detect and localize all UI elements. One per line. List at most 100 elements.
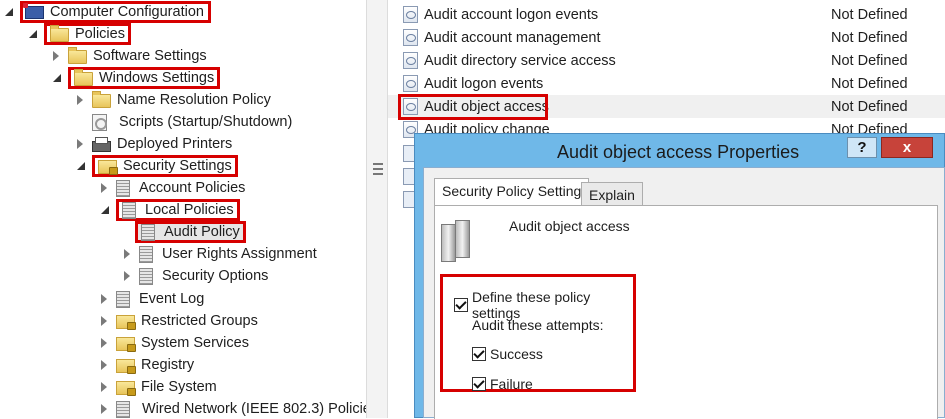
tree-item-security-options[interactable]: Security Options bbox=[123, 265, 268, 287]
tree-item-label: Registry bbox=[141, 357, 195, 373]
failure-row[interactable]: Failure bbox=[472, 376, 533, 392]
collapse-arrow-icon[interactable] bbox=[100, 183, 110, 193]
audit-setting-icon bbox=[403, 52, 418, 69]
tree-item-label: User Rights Assignment bbox=[162, 246, 317, 262]
collapse-arrow-icon[interactable] bbox=[100, 316, 110, 326]
secured-folder-icon bbox=[116, 359, 136, 374]
expand-arrow-icon[interactable] bbox=[52, 73, 62, 83]
policy-icon bbox=[116, 290, 130, 308]
tree-item-system-services[interactable]: System Services bbox=[100, 332, 249, 354]
tree-item-label: System Services bbox=[141, 335, 249, 351]
policy-icon bbox=[141, 223, 155, 241]
expand-arrow-icon[interactable] bbox=[100, 205, 110, 215]
collapse-arrow-icon[interactable] bbox=[100, 404, 110, 414]
tree-item-computer-configuration[interactable]: Computer Configuration bbox=[4, 1, 211, 23]
secured-folder-icon bbox=[116, 315, 136, 330]
collapse-arrow-icon[interactable] bbox=[52, 51, 62, 61]
policy-settings-group: Define these policy settings Audit these… bbox=[440, 274, 636, 392]
expand-arrow-icon[interactable] bbox=[28, 29, 38, 39]
list-row[interactable]: Audit account management Not Defined bbox=[388, 26, 945, 49]
tree-item-user-rights-assignment[interactable]: User Rights Assignment bbox=[123, 243, 317, 265]
tree-item-restricted-groups[interactable]: Restricted Groups bbox=[100, 310, 258, 332]
collapse-arrow-icon[interactable] bbox=[76, 139, 86, 149]
printer-icon bbox=[92, 136, 111, 152]
setting-value: Not Defined bbox=[831, 98, 908, 115]
tree-item-label: Event Log bbox=[139, 291, 205, 307]
tree-item-registry[interactable]: Registry bbox=[100, 354, 194, 376]
collapse-arrow-icon[interactable] bbox=[123, 249, 133, 259]
policy-icon bbox=[139, 245, 153, 263]
tree-item-label: Deployed Printers bbox=[117, 136, 233, 152]
tree-item-label: Policies bbox=[75, 26, 125, 42]
tree-item-policies[interactable]: Policies bbox=[28, 23, 131, 45]
define-settings-checkbox[interactable] bbox=[454, 298, 468, 312]
success-row[interactable]: Success bbox=[472, 346, 543, 362]
attempts-row: Audit these attempts: bbox=[472, 317, 604, 333]
script-icon bbox=[92, 113, 107, 131]
setting-value: Not Defined bbox=[831, 29, 908, 46]
tab-explain[interactable]: Explain bbox=[581, 182, 643, 206]
properties-dialog: Audit object access Properties ? x Secur… bbox=[414, 133, 945, 419]
collapse-arrow-icon[interactable] bbox=[76, 95, 86, 105]
tree-item-label: Security Options bbox=[162, 268, 269, 284]
tree-item-local-policies[interactable]: Local Policies bbox=[100, 199, 240, 221]
tree-item-label: Local Policies bbox=[145, 202, 234, 218]
tree-item-label: Account Policies bbox=[139, 180, 246, 196]
close-button[interactable]: x bbox=[881, 137, 933, 158]
console-tree: Computer Configuration Policies Software… bbox=[0, 0, 366, 418]
tree-item-name-resolution-policy[interactable]: Name Resolution Policy bbox=[76, 89, 271, 111]
audit-setting-icon bbox=[403, 98, 418, 115]
folder-icon bbox=[92, 91, 111, 108]
list-row[interactable]: Audit logon events Not Defined bbox=[388, 72, 945, 95]
expand-arrow-icon[interactable] bbox=[76, 161, 86, 171]
tree-item-label: Scripts (Startup/Shutdown) bbox=[119, 114, 293, 130]
tree-item-wired-network-policies[interactable]: Wired Network (IEEE 802.3) Policies bbox=[100, 398, 366, 418]
tree-item-file-system[interactable]: File System bbox=[100, 376, 217, 398]
tree-item-deployed-printers[interactable]: Deployed Printers bbox=[76, 133, 232, 155]
setting-value: Not Defined bbox=[831, 52, 908, 69]
tree-item-account-policies[interactable]: Account Policies bbox=[100, 177, 245, 199]
secured-folder-icon bbox=[98, 160, 118, 175]
tree-item-label: Computer Configuration bbox=[50, 4, 204, 20]
tree-item-label: Name Resolution Policy bbox=[117, 92, 271, 108]
failure-label: Failure bbox=[490, 376, 533, 392]
policy-icon bbox=[122, 201, 136, 219]
tree-item-scripts[interactable]: Scripts (Startup/Shutdown) bbox=[92, 111, 292, 133]
list-row[interactable]: Audit directory service access Not Defin… bbox=[388, 49, 945, 72]
tree-item-windows-settings[interactable]: Windows Settings bbox=[52, 67, 221, 89]
server-icon bbox=[439, 220, 477, 262]
setting-value: Not Defined bbox=[831, 6, 908, 23]
tree-item-label: Security Settings bbox=[123, 158, 232, 174]
collapse-arrow-icon[interactable] bbox=[100, 294, 110, 304]
tree-item-software-settings[interactable]: Software Settings bbox=[52, 45, 207, 67]
policy-icon bbox=[116, 179, 130, 197]
tab-security-policy-setting[interactable]: Security Policy Setting bbox=[434, 178, 590, 206]
setting-name: Audit account management bbox=[424, 29, 601, 46]
list-row[interactable]: Audit account logon events Not Defined bbox=[388, 3, 945, 26]
folder-icon bbox=[74, 69, 93, 86]
success-label: Success bbox=[490, 346, 543, 362]
secured-folder-icon bbox=[116, 337, 136, 352]
list-row-selected[interactable]: Audit object access Not Defined bbox=[388, 94, 945, 120]
tree-item-event-log[interactable]: Event Log bbox=[100, 288, 204, 310]
help-button[interactable]: ? bbox=[847, 137, 877, 158]
setting-name: Audit logon events bbox=[424, 75, 544, 92]
pane-splitter[interactable] bbox=[366, 0, 388, 418]
audit-setting-icon bbox=[403, 75, 418, 92]
tab-panel: Audit object access Define these policy … bbox=[434, 205, 938, 419]
collapse-arrow-icon[interactable] bbox=[100, 338, 110, 348]
audit-setting-icon bbox=[403, 29, 418, 46]
audit-setting-icon bbox=[403, 6, 418, 23]
expand-arrow-icon[interactable] bbox=[4, 7, 14, 17]
success-checkbox[interactable] bbox=[472, 347, 486, 361]
collapse-arrow-icon[interactable] bbox=[100, 382, 110, 392]
setting-name: Audit directory service access bbox=[424, 52, 616, 69]
splitter-grip-icon[interactable] bbox=[373, 163, 383, 175]
policy-name: Audit object access bbox=[509, 218, 630, 234]
failure-checkbox[interactable] bbox=[472, 377, 486, 391]
tree-item-security-settings[interactable]: Security Settings bbox=[76, 155, 238, 177]
collapse-arrow-icon[interactable] bbox=[123, 271, 133, 281]
setting-value: Not Defined bbox=[831, 75, 908, 92]
tree-item-audit-policy[interactable]: Audit Policy bbox=[135, 221, 246, 243]
collapse-arrow-icon[interactable] bbox=[100, 360, 110, 370]
